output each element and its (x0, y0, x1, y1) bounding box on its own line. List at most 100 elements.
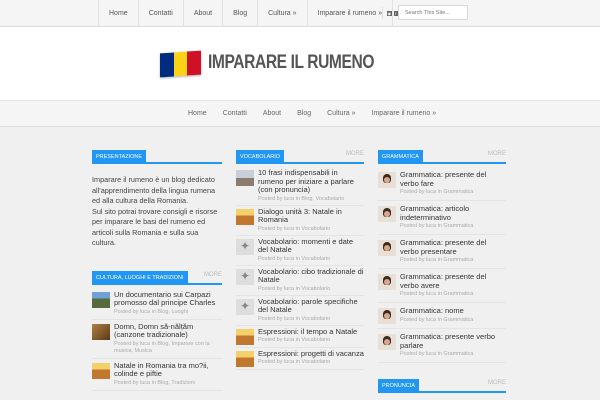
post-meta: Posted by luca in Vocabolario (258, 359, 331, 365)
cultura-widget-header: CULTURA, LUOGHI E TRADIZIONI MORE (92, 270, 222, 285)
list-item[interactable]: 10 frasi indispensabili in rumeno per in… (236, 167, 364, 206)
mainnav-item-imparare[interactable]: Imparare il rumeno » (364, 101, 445, 126)
romanian-flag-logo[interactable] (160, 50, 202, 78)
post-meta: Posted by luca in Vocabolario (258, 255, 331, 262)
topnav-item-cultura[interactable]: Cultura » (258, 0, 308, 27)
post-meta: Posted by luca in Grammatica (400, 223, 474, 229)
list-item[interactable]: Domn, Domn să-nălțăm (canzone tradiziona… (92, 320, 222, 359)
list-item[interactable]: Natale in Romania tra mo?ii, colinde e p… (92, 359, 222, 391)
post-meta: Posted by luca in Grammatica (400, 316, 474, 323)
list-item[interactable]: Grammatica: articolo indeterminativo Pos… (378, 201, 506, 235)
search-input[interactable] (398, 5, 468, 20)
list-item[interactable]: Dialogo unità 3: Natale in Romania Poste… (236, 206, 364, 236)
top-nav: Home Contatti About Blog Cultura » Impar… (98, 0, 394, 27)
post-title[interactable]: Grammatica: nome (400, 306, 506, 316)
post-meta: Posted by luca in Blog, Imparare con la … (114, 340, 210, 354)
post-thumbnail[interactable] (92, 323, 110, 340)
mainnav-item-blog[interactable]: Blog (289, 101, 319, 126)
mainnav-item-about[interactable]: About (255, 101, 289, 126)
post-title[interactable]: 10 frasi indispensabili in rumeno per in… (258, 168, 364, 195)
list-item[interactable]: Vocabolario: parole specifiche del Natal… (236, 296, 364, 326)
grammatica-more-link[interactable]: MORE (488, 151, 506, 157)
post-title[interactable]: Grammatica: presente del verbo fare (400, 170, 506, 188)
post-title[interactable]: Natale in Romania tra mo?ii, colinde e p… (114, 361, 222, 379)
list-item[interactable]: Grammatica: presente del verbo avere Pos… (378, 269, 506, 303)
post-meta: Posted by luca in Grammatica (400, 257, 474, 263)
vocabolario-tab[interactable]: VOCABOLARIO (236, 150, 285, 164)
post-meta: Posted by luca in Grammatica (400, 189, 474, 195)
mainnav-item-cultura[interactable]: Cultura » (319, 101, 363, 126)
post-title[interactable]: Un documentario sui Carpazi promosso dal… (114, 290, 222, 308)
rss-icon[interactable]: ◉ (387, 10, 392, 16)
mainnav-item-contatti[interactable]: Contatti (215, 101, 255, 126)
post-thumbnail[interactable] (236, 268, 254, 285)
list-item[interactable]: Un documentario sui Carpazi promosso dal… (92, 288, 222, 320)
post-thumbnail[interactable] (378, 172, 396, 188)
topnav-item-imparare[interactable]: Imparare il rumeno » (308, 0, 394, 27)
list-item[interactable]: Vocabolario: momenti e date del Natale P… (236, 236, 364, 266)
post-meta: Posted by luca in Blog, Vocabolario (258, 195, 345, 202)
list-item[interactable]: Grammatica: presente del verbo presentar… (378, 235, 506, 269)
post-meta: Posted by luca in Vocabolario (258, 337, 331, 343)
post-thumbnail[interactable] (378, 308, 396, 324)
post-meta: Posted by luca in Vocabolario (258, 315, 331, 322)
cultura-more-link[interactable]: MORE (204, 272, 222, 278)
post-thumbnail[interactable] (378, 274, 396, 290)
vocabolario-more-link[interactable]: MORE (346, 151, 364, 157)
post-title[interactable]: Domn, Domn să-nălțăm (canzone tradiziona… (114, 322, 222, 340)
post-thumbnail[interactable] (236, 208, 254, 225)
post-meta: Posted by luca in Vocabolario (258, 225, 331, 232)
post-thumbnail[interactable] (236, 350, 254, 367)
post-meta: Posted by luca in Grammatica (400, 351, 474, 357)
cultura-tab[interactable]: CULTURA, LUOGHI E TRADIZIONI (92, 270, 188, 285)
topnav-item-home[interactable]: Home (98, 0, 139, 27)
post-thumbnail[interactable] (236, 238, 254, 255)
post-thumbnail[interactable] (92, 362, 110, 379)
post-title[interactable]: Grammatica: presente del verbo avere (400, 272, 506, 290)
post-title[interactable]: Grammatica: presente del verbo presentar… (400, 238, 506, 256)
post-meta: Posted by luca in Blog, Luoghi (114, 308, 188, 315)
mainnav-item-home[interactable]: Home (180, 101, 215, 126)
topnav-item-about[interactable]: About (184, 0, 224, 27)
post-title[interactable]: Vocabolario: momenti e date del Natale (258, 237, 364, 255)
post-meta: Posted by luca in Blog, Tradizioni (114, 379, 196, 386)
presentazione-tab: PRESENTAZIONE (92, 150, 147, 164)
post-title[interactable]: Espressioni: progetti di vacanza (258, 349, 364, 359)
intro-paragraph: Imparare il rumeno è un blog dedicato al… (92, 175, 216, 205)
post-thumbnail[interactable] (92, 291, 110, 308)
main-nav: Home Contatti About Blog Cultura » Impar… (0, 100, 600, 127)
post-title[interactable]: Espressioni: il tempo a Natale (258, 327, 364, 337)
pronuncia-widget-header: PRONUNCIA MORE (378, 379, 506, 393)
site-title[interactable]: IMPARARE IL RUMENO (208, 52, 374, 74)
list-item[interactable]: Vocabolario: cibo tradizionale di Natale… (236, 266, 364, 296)
post-title[interactable]: Grammatica: articolo indeterminativo (400, 204, 506, 222)
post-thumbnail[interactable] (378, 240, 396, 256)
list-item[interactable]: Grammatica: presente verbo parlare Poste… (378, 329, 506, 363)
presentazione-text: Imparare il rumeno è un blog dedicato al… (92, 167, 222, 249)
grammatica-tab[interactable]: GRAMMATICA (378, 150, 423, 164)
list-item[interactable]: Grammatica: presente del verbo fare Post… (378, 167, 506, 201)
left-column: PRESENTAZIONE Imparare il rumeno è un bl… (92, 150, 222, 391)
middle-column: VOCABOLARIO MORE 10 frasi indispensabili… (236, 150, 364, 370)
post-title[interactable]: Vocabolario: cibo tradizionale di Natale (258, 267, 364, 285)
post-thumbnail[interactable] (236, 298, 254, 315)
post-thumbnail[interactable] (378, 334, 396, 350)
post-thumbnail[interactable] (378, 206, 396, 222)
list-item[interactable]: Grammatica: nome Posted by luca in Gramm… (378, 303, 506, 329)
top-bar: Home Contatti About Blog Cultura » Impar… (0, 0, 600, 27)
post-meta: Posted by luca in Grammatica (400, 291, 474, 297)
post-thumbnail[interactable] (236, 170, 254, 186)
post-title[interactable]: Dialogo unità 3: Natale in Romania (258, 207, 364, 225)
pronuncia-tab[interactable]: PRONUNCIA (378, 379, 420, 393)
list-item[interactable]: Espressioni: progetti di vacanza Posted … (236, 348, 364, 370)
topnav-item-blog[interactable]: Blog (223, 0, 259, 27)
post-meta: Posted by luca in Vocabolario (258, 285, 331, 292)
post-title[interactable]: Grammatica: presente verbo parlare (400, 332, 506, 350)
list-item[interactable]: Espressioni: il tempo a Natale Posted by… (236, 326, 364, 348)
topnav-item-contatti[interactable]: Contatti (139, 0, 184, 27)
post-thumbnail[interactable] (236, 328, 254, 345)
presentazione-widget-header: PRESENTAZIONE (92, 150, 222, 164)
pronuncia-more-link[interactable]: MORE (488, 380, 506, 386)
right-column: GRAMMATICA MORE Grammatica: presente del… (378, 150, 506, 396)
post-title[interactable]: Vocabolario: parole specifiche del Natal… (258, 297, 364, 315)
